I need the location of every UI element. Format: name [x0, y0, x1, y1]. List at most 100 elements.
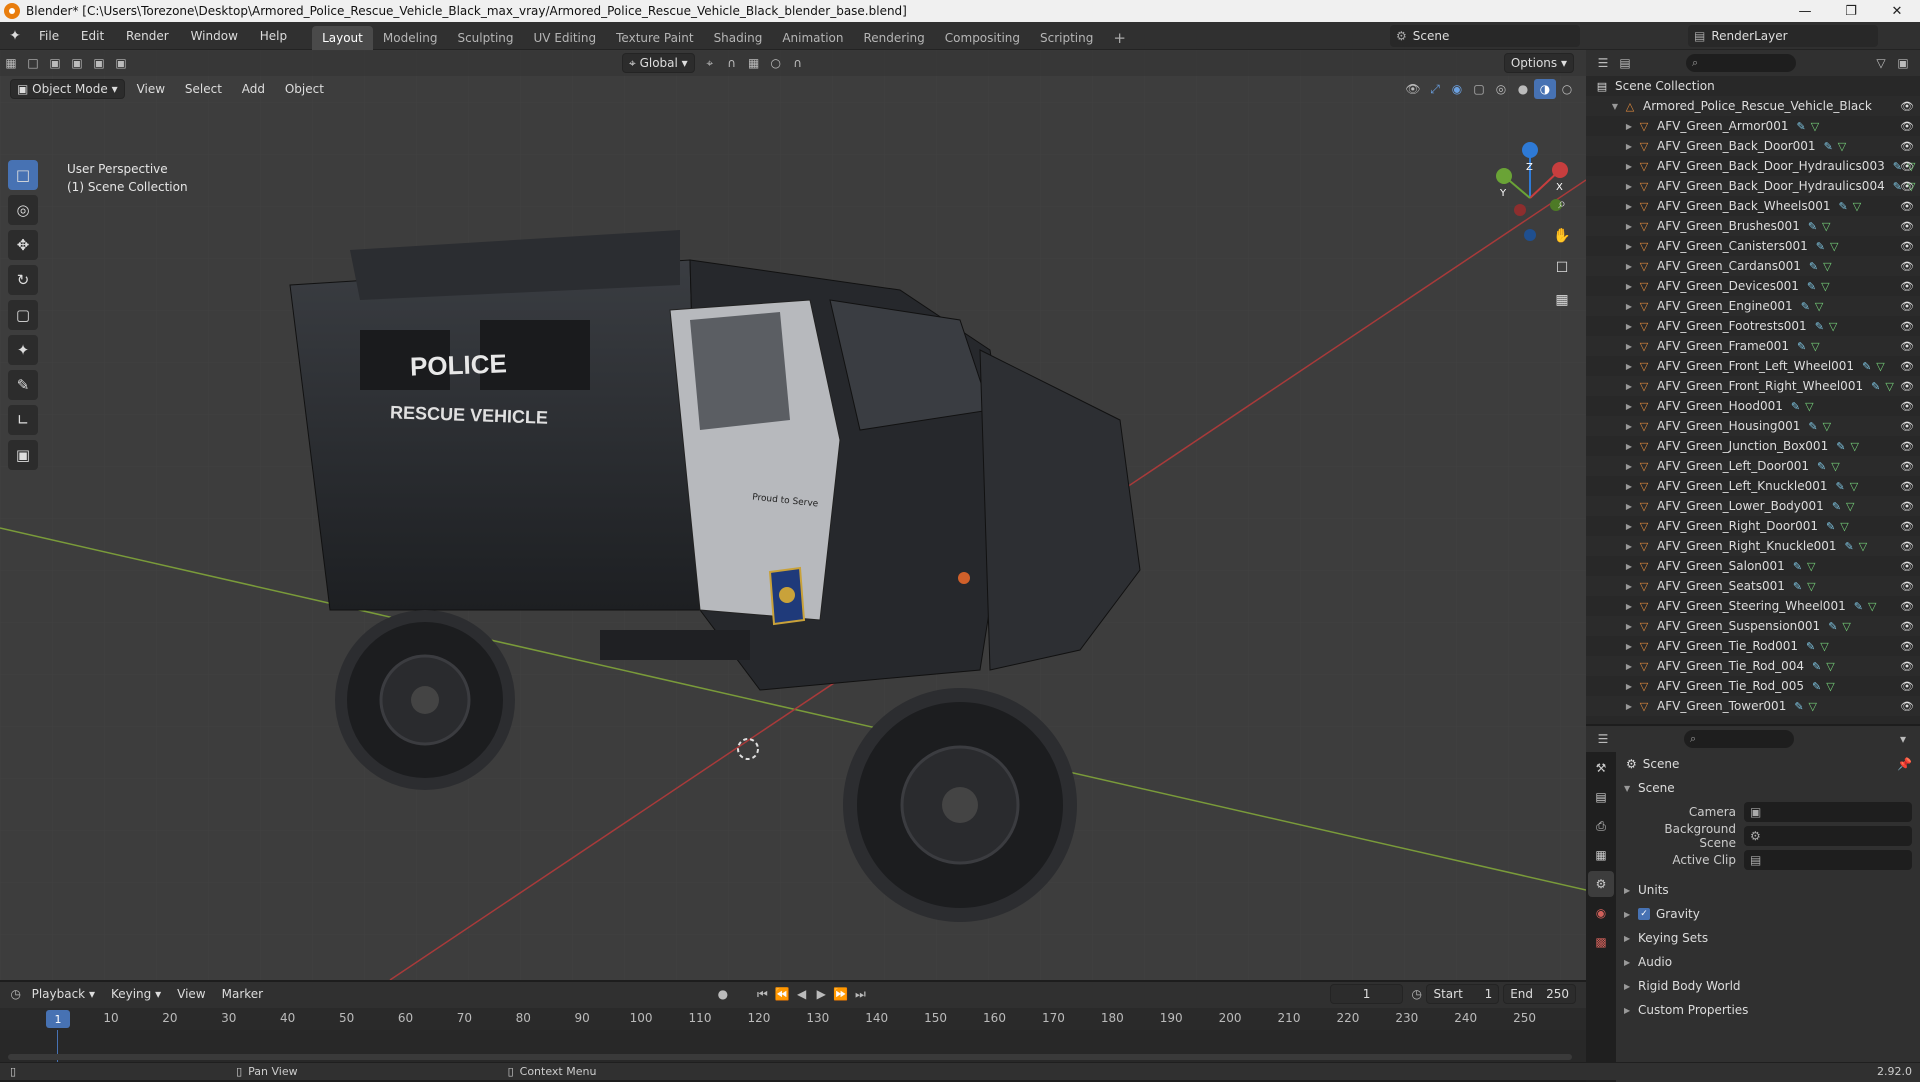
scale-tool-icon[interactable]: ▢ — [8, 300, 38, 330]
solid-shading-icon[interactable]: ● — [1512, 79, 1534, 99]
select-mode-extend-icon[interactable]: ▣ — [66, 53, 88, 73]
eye-icon[interactable]: 👁 — [1900, 320, 1914, 333]
scene-panel-header[interactable]: ▼ Scene — [1616, 776, 1920, 800]
outliner-scene-collection[interactable]: ▤ Scene Collection — [1586, 76, 1920, 96]
eye-icon[interactable]: 👁 — [1900, 120, 1914, 133]
expand-arrow-icon[interactable]: ▶ — [1622, 442, 1636, 451]
eye-icon[interactable]: 👁 — [1900, 100, 1914, 113]
select-mode-subtract-icon[interactable]: ▣ — [88, 53, 110, 73]
expand-arrow-icon[interactable]: ▶ — [1622, 262, 1636, 271]
units-section[interactable]: ▶ Units — [1616, 878, 1920, 902]
eye-icon[interactable]: 👁 — [1900, 240, 1914, 253]
close-icon[interactable]: ✕ — [1874, 0, 1920, 22]
play-reverse-icon[interactable]: ◀ — [792, 984, 812, 1004]
eye-icon[interactable]: 👁 — [1900, 380, 1914, 393]
outliner-object-row[interactable]: ▶ ▽ AFV_Green_Back_Wheels001 ✎ ▽ 👁 — [1586, 196, 1920, 216]
chevron-down-icon[interactable]: ▾ — [1892, 729, 1914, 749]
select-mode-set-icon[interactable]: ▣ — [44, 53, 66, 73]
start-frame-field[interactable]: Start 1 — [1426, 984, 1500, 1004]
texture-properties-icon[interactable]: ▩ — [1588, 929, 1614, 955]
expand-arrow-icon[interactable]: ▶ — [1622, 362, 1636, 371]
select-box-icon[interactable]: □ — [22, 53, 44, 73]
3d-viewport[interactable]: POLICE RESCUE VEHICLE Proud to Serve ▦ □… — [0, 50, 1586, 980]
outliner-collection-row[interactable]: ▼ △ Armored_Police_Rescue_Vehicle_Black … — [1586, 96, 1920, 116]
cursor-tool-icon[interactable]: ◎ — [8, 195, 38, 225]
camera-field[interactable]: ▣ — [1744, 802, 1912, 822]
transform-tool-icon[interactable]: ✦ — [8, 335, 38, 365]
expand-arrow-icon[interactable]: ▶ — [1622, 202, 1636, 211]
object-mode-dropdown[interactable]: ▣ Object Mode ▾ — [10, 79, 125, 99]
end-frame-field[interactable]: End 250 — [1503, 984, 1576, 1004]
expand-arrow-icon[interactable]: ▶ — [1622, 402, 1636, 411]
viewport-menu-object[interactable]: Object — [277, 82, 332, 96]
outliner-object-row[interactable]: ▶ ▽ AFV_Green_Steering_Wheel001 ✎ ▽ 👁 — [1586, 596, 1920, 616]
tab-compositing[interactable]: Compositing — [935, 26, 1030, 50]
menu-render[interactable]: Render — [117, 22, 178, 50]
outliner-object-row[interactable]: ▶ ▽ AFV_Green_Back_Door001 ✎ ▽ 👁 — [1586, 136, 1920, 156]
play-icon[interactable]: ▶ — [811, 984, 831, 1004]
expand-arrow-icon[interactable]: ▶ — [1622, 582, 1636, 591]
rotate-tool-icon[interactable]: ↻ — [8, 265, 38, 295]
expand-arrow-icon[interactable]: ▶ — [1622, 502, 1636, 511]
expand-arrow-icon[interactable]: ▶ — [1622, 302, 1636, 311]
eye-icon[interactable]: 👁 — [1900, 440, 1914, 453]
add-cube-tool-icon[interactable]: ▣ — [8, 440, 38, 470]
eye-icon[interactable]: 👁 — [1900, 340, 1914, 353]
eye-icon[interactable]: 👁 — [1900, 220, 1914, 233]
output-properties-icon[interactable]: ⎙ — [1588, 813, 1614, 839]
outliner-object-row[interactable]: ▶ ▽ AFV_Green_Devices001 ✎ ▽ 👁 — [1586, 276, 1920, 296]
keying-dropdown[interactable]: Keying ▾ — [105, 984, 167, 1004]
eye-icon[interactable]: 👁 — [1900, 300, 1914, 313]
outliner-object-row[interactable]: ▶ ▽ AFV_Green_Cardans001 ✎ ▽ 👁 — [1586, 256, 1920, 276]
outliner-search-input[interactable]: ⌕ — [1686, 54, 1796, 72]
properties-search-input[interactable]: ⌕ — [1684, 730, 1794, 748]
expand-arrow-icon[interactable]: ▶ — [1622, 282, 1636, 291]
menu-edit[interactable]: Edit — [72, 22, 113, 50]
gravity-checkbox[interactable]: ✓ — [1638, 908, 1650, 920]
outliner-object-row[interactable]: ▶ ▽ AFV_Green_Front_Left_Wheel001 ✎ ▽ 👁 — [1586, 356, 1920, 376]
eye-icon[interactable]: 👁 — [1900, 540, 1914, 553]
render-properties-icon[interactable]: ▤ — [1588, 784, 1614, 810]
jump-end-icon[interactable]: ⏭ — [851, 984, 871, 1004]
zoom-icon[interactable]: ⌕ — [1548, 190, 1576, 218]
proportional-edit-icon[interactable]: ○ — [765, 53, 787, 73]
outliner-object-row[interactable]: ▶ ▽ AFV_Green_Engine001 ✎ ▽ 👁 — [1586, 296, 1920, 316]
expand-arrow-icon[interactable]: ▶ — [1622, 542, 1636, 551]
filter-icon[interactable]: ▽ — [1870, 53, 1892, 73]
pin-icon[interactable]: 📌 — [1897, 757, 1912, 771]
menu-window[interactable]: Window — [182, 22, 247, 50]
view-layer-properties-icon[interactable]: ▦ — [1588, 842, 1614, 868]
tab-modeling[interactable]: Modeling — [373, 26, 448, 50]
rigid-body-world-section[interactable]: ▶ Rigid Body World — [1616, 974, 1920, 998]
expand-arrow-icon[interactable]: ▶ — [1622, 662, 1636, 671]
eye-icon[interactable]: 👁 — [1900, 520, 1914, 533]
blender-menu-icon[interactable]: ✦ — [0, 22, 30, 50]
active-clip-field[interactable]: ▤ — [1744, 850, 1912, 870]
material-shading-icon[interactable]: ◑ — [1534, 79, 1556, 99]
playhead[interactable]: 1 — [46, 1010, 70, 1028]
new-collection-icon[interactable]: ▣ — [1892, 53, 1914, 73]
eye-icon[interactable]: 👁 — [1900, 560, 1914, 573]
timeline-scrollbar[interactable] — [8, 1054, 1572, 1060]
snap-icon[interactable]: ∩ — [721, 53, 743, 73]
eye-icon[interactable]: 👁 — [1900, 660, 1914, 673]
tool-properties-icon[interactable]: ⚒ — [1588, 755, 1614, 781]
gravity-section[interactable]: ▶ ✓ Gravity — [1616, 902, 1920, 926]
expand-arrow-icon[interactable]: ▶ — [1622, 242, 1636, 251]
transform-orientation-dropdown[interactable]: ⌖ Global ▾ — [622, 53, 695, 73]
tab-rendering[interactable]: Rendering — [854, 26, 935, 50]
timeline-ruler[interactable]: 1 10 20 30 40 50 60 70 80 90 100 110 120 130 140 150 16… — [0, 1008, 1586, 1030]
expand-arrow-icon[interactable]: ▶ — [1622, 182, 1636, 191]
viewport-menu-add[interactable]: Add — [234, 82, 273, 96]
outliner-object-row[interactable]: ▶ ▽ AFV_Green_Tie_Rod_005 ✎ ▽ 👁 — [1586, 676, 1920, 696]
tab-texture-paint[interactable]: Texture Paint — [606, 26, 703, 50]
expand-arrow-icon[interactable]: ▶ — [1622, 462, 1636, 471]
minimize-icon[interactable]: — — [1782, 0, 1828, 22]
expand-arrow-icon[interactable]: ▶ — [1622, 702, 1636, 711]
eye-icon[interactable]: 👁 — [1900, 480, 1914, 493]
eye-icon[interactable]: 👁 — [1900, 620, 1914, 633]
marker-menu[interactable]: Marker — [216, 984, 269, 1004]
outliner-object-row[interactable]: ▶ ▽ AFV_Green_Tie_Rod_004 ✎ ▽ 👁 — [1586, 656, 1920, 676]
tab-sculpting[interactable]: Sculpting — [447, 26, 523, 50]
viewport-menu-view[interactable]: View — [129, 82, 173, 96]
